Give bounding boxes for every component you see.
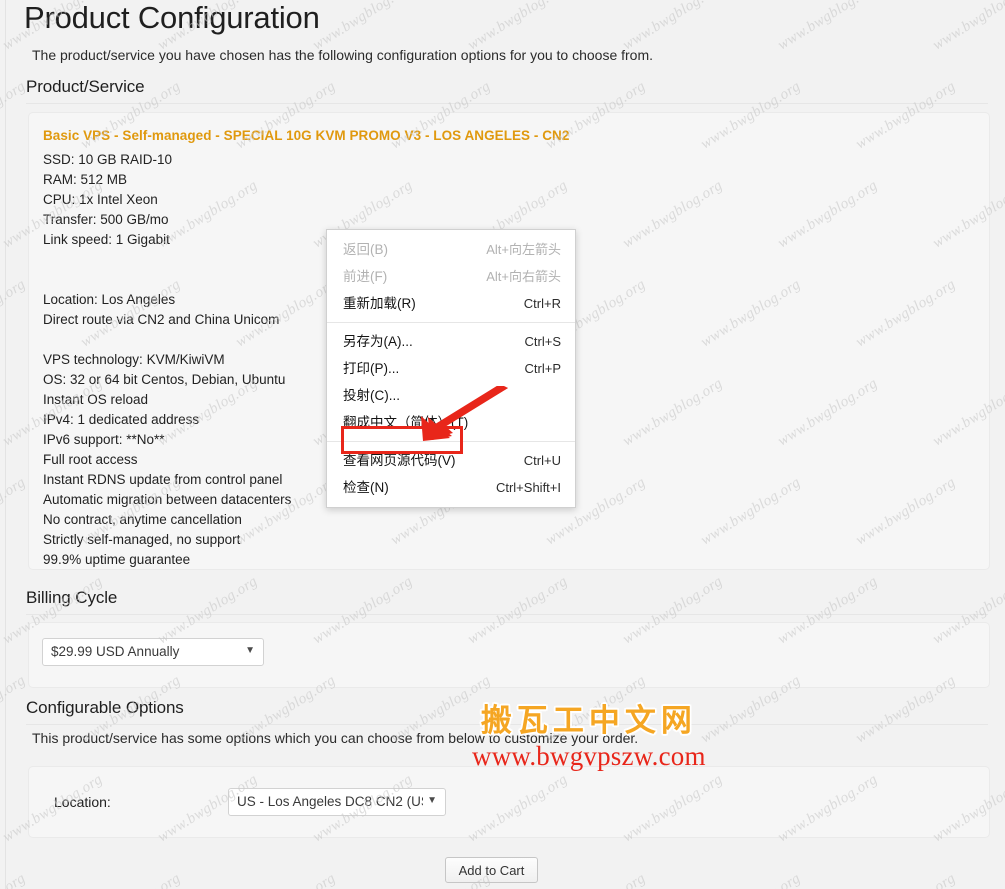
product-name: Basic VPS - Self-managed - SPECIAL 10G K… [43,128,570,143]
section-heading-product-service: Product/Service [26,77,988,104]
context-menu-item: 前进(F) Alt+向右箭头 [327,263,575,290]
page-title: Product Configuration [24,0,320,35]
context-menu-item-label: 返回(B) [343,242,388,257]
location-select[interactable]: US - Los Angeles DC8 CN2 (USCA_8) ▼ [228,788,446,816]
context-menu-item-shortcut: Alt+向左箭头 [486,242,561,257]
billing-cycle-selected-value: $29.99 USD Annually [51,644,180,659]
context-menu-separator [327,441,575,442]
section-heading-billing-cycle: Billing Cycle [26,588,988,615]
context-menu-item-label: 前进(F) [343,269,388,284]
browser-context-menu[interactable]: 返回(B) Alt+向左箭头前进(F) Alt+向右箭头重新加载(R) Ctrl+R 另… [326,229,576,508]
context-menu-item-label: 检查(N) [343,480,389,495]
context-menu-item-label: 投射(C)... [343,388,400,403]
context-menu-item[interactable]: 重新加载(R) Ctrl+R [327,290,575,317]
context-menu-item-label: 查看网页源代码(V) [343,453,456,468]
section-heading-configurable-options: Configurable Options [26,698,988,725]
context-menu-item-shortcut: Alt+向右箭头 [486,269,561,284]
context-menu-item-label: 重新加载(R) [343,296,416,311]
context-menu-item-shortcut: Ctrl+S [524,334,561,349]
context-menu-item-label: 另存为(A)... [343,334,413,349]
context-menu-item[interactable]: 翻成中文（简体）(T) [327,409,575,436]
context-menu-item-label: 翻成中文（简体）(T) [343,415,469,430]
context-menu-separator [327,322,575,323]
context-menu-item-shortcut: Ctrl+R [523,296,561,311]
context-menu-item-shortcut: Ctrl+U [523,453,561,468]
context-menu-item-shortcut: Ctrl+Shift+I [495,480,561,495]
configurable-options-panel [28,766,990,838]
context-menu-item-label: 打印(P)... [343,361,400,376]
location-label: Location: [54,794,111,810]
context-menu-item[interactable]: 打印(P)... Ctrl+P [327,355,575,382]
configurable-options-note: This product/service has some options wh… [32,730,639,746]
context-menu-item[interactable]: 检查(N) Ctrl+Shift+I [327,474,575,501]
context-menu-item[interactable]: 投射(C)... [327,382,575,409]
chevron-down-icon: ▼ [427,795,437,806]
location-selected-value: US - Los Angeles DC8 CN2 (USCA_8) [237,794,423,809]
context-menu-item[interactable]: 查看网页源代码(V) Ctrl+U [327,447,575,474]
context-menu-item: 返回(B) Alt+向左箭头 [327,236,575,263]
context-menu-item-shortcut: Ctrl+P [524,361,561,376]
intro-text: The product/service you have chosen has … [32,47,654,63]
chevron-down-icon: ▼ [245,645,255,656]
product-specs-list: SSD: 10 GB RAID-10 RAM: 512 MB CPU: 1x I… [43,152,292,567]
context-menu-item[interactable]: 另存为(A)... Ctrl+S [327,328,575,355]
add-to-cart-button[interactable]: Add to Cart [445,857,538,883]
billing-cycle-select[interactable]: $29.99 USD Annually ▼ [42,638,264,666]
